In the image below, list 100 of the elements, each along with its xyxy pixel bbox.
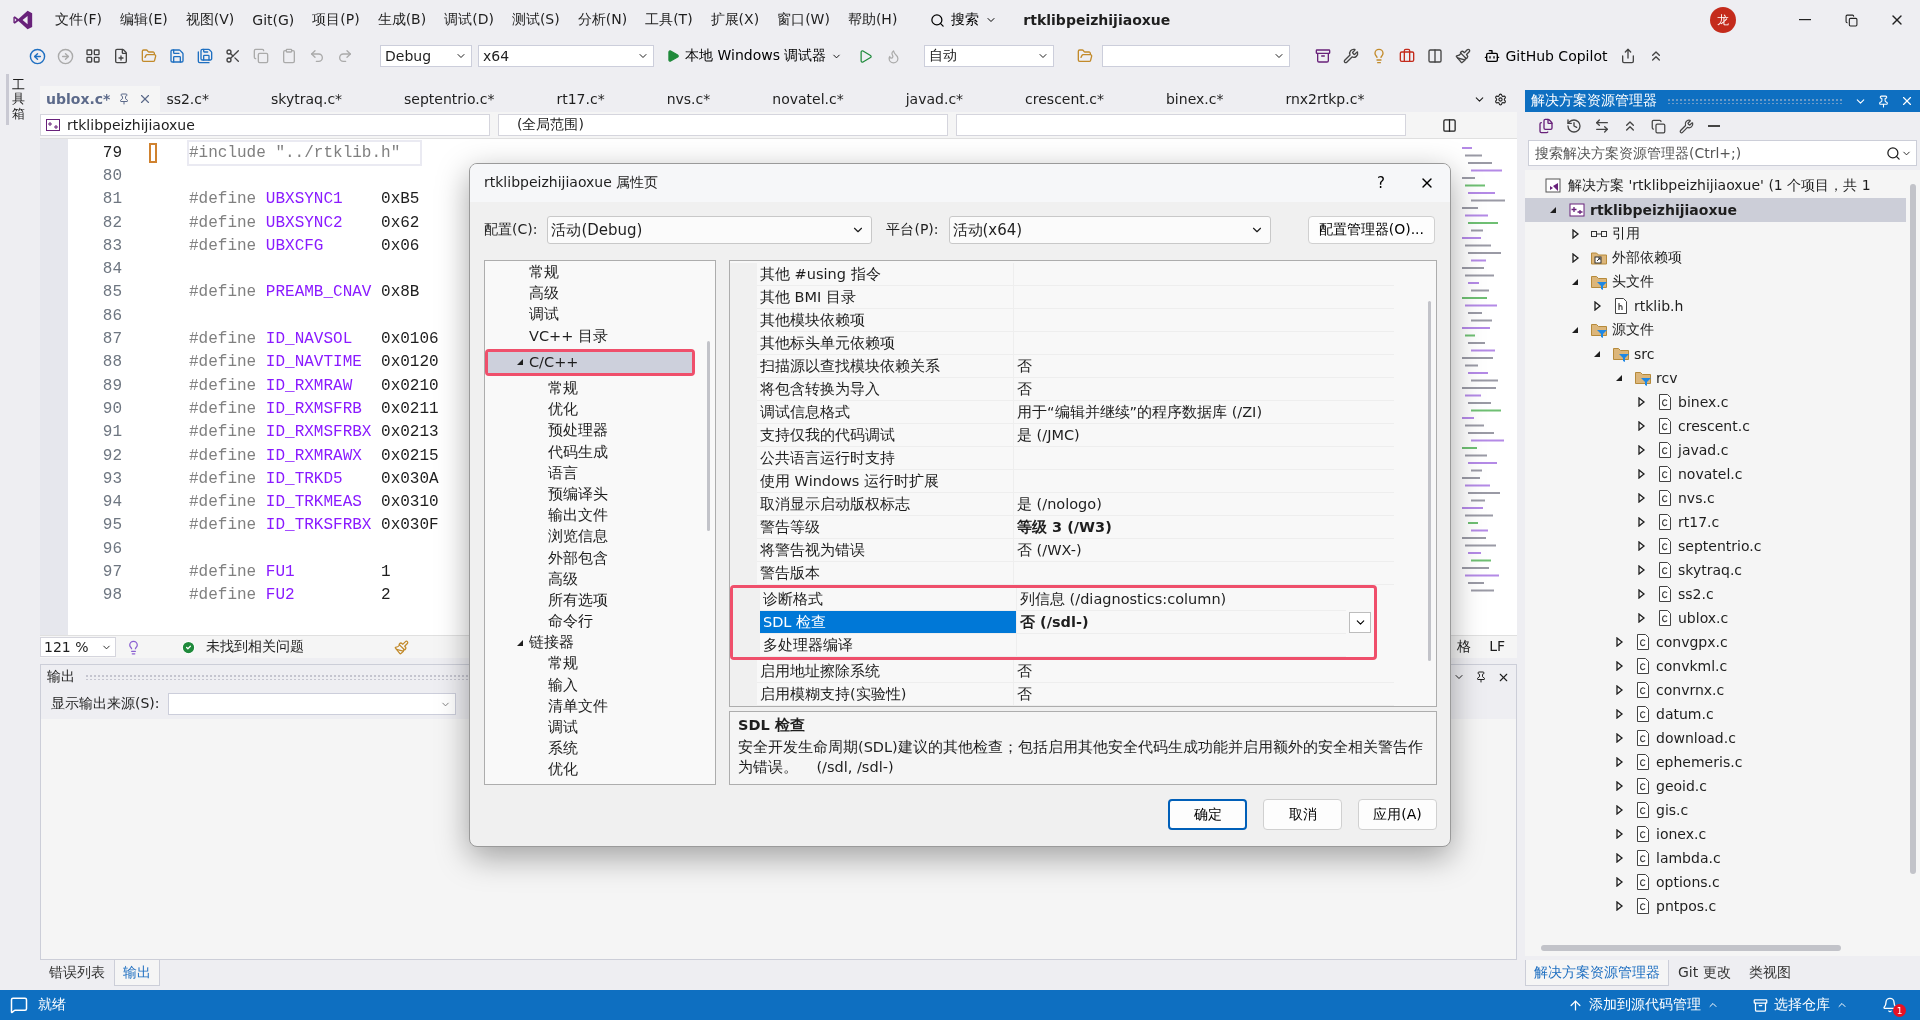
collapsed-caret-icon[interactable] [1636, 541, 1646, 551]
property-row[interactable]: 警告版本 [730, 562, 1422, 585]
document-tab[interactable]: novatel.c* [766, 86, 900, 112]
dialog-button[interactable]: 确定 [1168, 799, 1247, 830]
collapsed-caret-icon[interactable] [1614, 853, 1624, 863]
run-mode-dropdown[interactable]: 自动 [924, 45, 1055, 67]
menu-item[interactable]: 文件(F) [46, 7, 111, 33]
tree-item[interactable]: 解决方案 'rtklibpeizhijiaoxue' (1 个项目，共 1 [1525, 174, 1906, 198]
collapsed-caret-icon[interactable] [1614, 661, 1624, 671]
expanded-caret-icon[interactable] [1592, 349, 1602, 359]
tree-item[interactable]: src [1525, 342, 1906, 366]
tree-item[interactable]: 常规 [485, 653, 695, 675]
property-row[interactable]: 使用 Windows 运行时扩展 [730, 470, 1422, 493]
tree-item[interactable]: 常规 [485, 262, 695, 284]
tree-item[interactable]: geoid.c [1525, 774, 1906, 798]
menu-item[interactable]: 分析(N) [568, 7, 637, 33]
tree-item[interactable]: 优化 [485, 759, 695, 781]
user-avatar[interactable]: 龙 [1710, 7, 1736, 33]
property-row[interactable]: 将包含转换为导入 否 [730, 378, 1422, 401]
property-row[interactable]: 支持仅我的代码调试 是 (/JMC) [730, 424, 1422, 447]
panel-tab[interactable]: 输出 [114, 960, 160, 986]
property-row[interactable]: 警告等级 等级 3 (/W3) [730, 516, 1422, 539]
collapsed-caret-icon[interactable] [1636, 445, 1646, 455]
property-row[interactable]: 其他模块依赖项 [730, 309, 1422, 332]
property-row[interactable]: 取消显示启动版权标志 是 (/nologo) [730, 493, 1422, 516]
toolbox-tab[interactable]: 工具箱 [6, 74, 28, 125]
tree-item[interactable]: 高级 [485, 568, 695, 590]
collapsed-caret-icon[interactable] [1614, 877, 1624, 887]
document-tab[interactable]: rt17.c* [550, 86, 661, 112]
tree-item[interactable]: 命令行 [485, 611, 695, 633]
menu-item[interactable]: 帮助(H) [838, 7, 907, 33]
document-tab[interactable]: binex.c* [1160, 86, 1280, 112]
tree-item[interactable]: rtklibpeizhijiaoxue [1525, 198, 1906, 222]
collapsed-caret-icon[interactable] [1636, 613, 1646, 623]
tree-item[interactable]: rt17.c [1525, 510, 1906, 534]
tree-item[interactable]: 预处理器 [485, 420, 695, 442]
tree-item[interactable]: rtklib.h [1525, 294, 1906, 318]
tree-item[interactable]: ublox.c [1525, 606, 1906, 630]
property-row[interactable]: 其他 BMI 目录 [730, 286, 1422, 309]
property-row[interactable]: 其他 #using 指令 [730, 263, 1422, 286]
tree-item[interactable]: binex.c [1525, 390, 1906, 414]
tree-item[interactable]: pntpos.c [1525, 894, 1906, 918]
tree-item[interactable]: crescent.c [1525, 414, 1906, 438]
collapsed-caret-icon[interactable] [1636, 421, 1646, 431]
panel-tab[interactable]: 错误列表 [40, 960, 114, 986]
menu-item[interactable]: 生成(B) [368, 7, 436, 33]
dialog-button[interactable]: 取消 [1263, 799, 1342, 830]
notifications-button[interactable]: 1 [1870, 991, 1910, 1019]
menu-item[interactable]: 测试(S) [502, 7, 569, 33]
tree-item[interactable]: 源文件 [1525, 318, 1906, 342]
menu-item[interactable]: 窗口(W) [768, 7, 839, 33]
property-row[interactable]: 多处理器编译 [733, 634, 1374, 657]
tree-item[interactable]: septentrio.c [1525, 534, 1906, 558]
collapsed-caret-icon[interactable] [1570, 229, 1580, 239]
tree-item[interactable]: VC++ 目录 [485, 325, 695, 347]
tree-item[interactable]: convrnx.c [1525, 678, 1906, 702]
tree-item[interactable]: 外部依赖项 [1525, 246, 1906, 270]
tree-item[interactable]: 常规 [485, 377, 695, 400]
panel-tab[interactable]: 类视图 [1739, 960, 1800, 986]
menu-item[interactable]: 项目(P) [303, 7, 369, 33]
expanded-caret-icon[interactable] [1570, 277, 1580, 287]
tree-item[interactable]: 清单文件 [485, 695, 695, 717]
collapsed-caret-icon[interactable] [1614, 637, 1624, 647]
property-row[interactable]: 扫描源以查找模块依赖关系 否 [730, 355, 1422, 378]
repository-button[interactable]: 选择仓库 [1741, 991, 1860, 1019]
configuration-dropdown[interactable]: 活动(Debug) [547, 216, 873, 244]
collapsed-caret-icon[interactable] [1614, 733, 1624, 743]
menu-item[interactable]: 视图(V) [176, 7, 244, 33]
collapsed-caret-icon[interactable] [1614, 781, 1624, 791]
tree-item[interactable]: convkml.c [1525, 654, 1906, 678]
dialog-button[interactable]: 应用(A) [1358, 799, 1437, 830]
help-button[interactable]: ? [1358, 167, 1404, 199]
scope-dropdown[interactable]: (全局范围) [498, 114, 948, 136]
collapsed-caret-icon[interactable] [1614, 829, 1624, 839]
collapsed-caret-icon[interactable] [1636, 469, 1646, 479]
menu-item[interactable]: 编辑(E) [111, 7, 177, 33]
tree-item[interactable]: C/C++ [488, 351, 692, 373]
zoom-dropdown[interactable]: 121 % [40, 637, 116, 657]
property-row[interactable]: 公共语言运行时支持 [730, 447, 1422, 470]
collapsed-caret-icon[interactable] [1636, 397, 1646, 407]
expanded-caret-icon[interactable] [1614, 373, 1624, 383]
configuration-dropdown[interactable]: Debug [380, 45, 472, 67]
tree-item[interactable]: 浏览信息 [485, 526, 695, 548]
collapsed-caret-icon[interactable] [1614, 901, 1624, 911]
tree-item[interactable]: 链接器 [485, 632, 695, 654]
platform-dropdown[interactable]: x64 [478, 45, 654, 67]
tree-item[interactable]: novatel.c [1525, 462, 1906, 486]
collapsed-caret-icon[interactable] [1614, 709, 1624, 719]
start-debugging-button[interactable]: 本地 Windows 调试器 [660, 47, 849, 65]
tree-item[interactable]: gis.c [1525, 798, 1906, 822]
source-control-button[interactable]: 添加到源代码管理 [1556, 991, 1731, 1019]
document-tab[interactable]: javad.c* [899, 86, 1020, 112]
tree-item[interactable]: 优化 [485, 399, 695, 421]
tree-item[interactable]: ss2.c [1525, 582, 1906, 606]
document-tab[interactable]: nvs.c* [660, 86, 767, 112]
menu-item[interactable]: 工具(T) [636, 7, 702, 33]
tree-item[interactable]: javad.c [1525, 438, 1906, 462]
tree-item[interactable]: 头文件 [1525, 270, 1906, 294]
search-button[interactable]: 搜索 [922, 7, 1006, 33]
property-row[interactable]: 启用地址擦除系统 否 [730, 660, 1422, 683]
